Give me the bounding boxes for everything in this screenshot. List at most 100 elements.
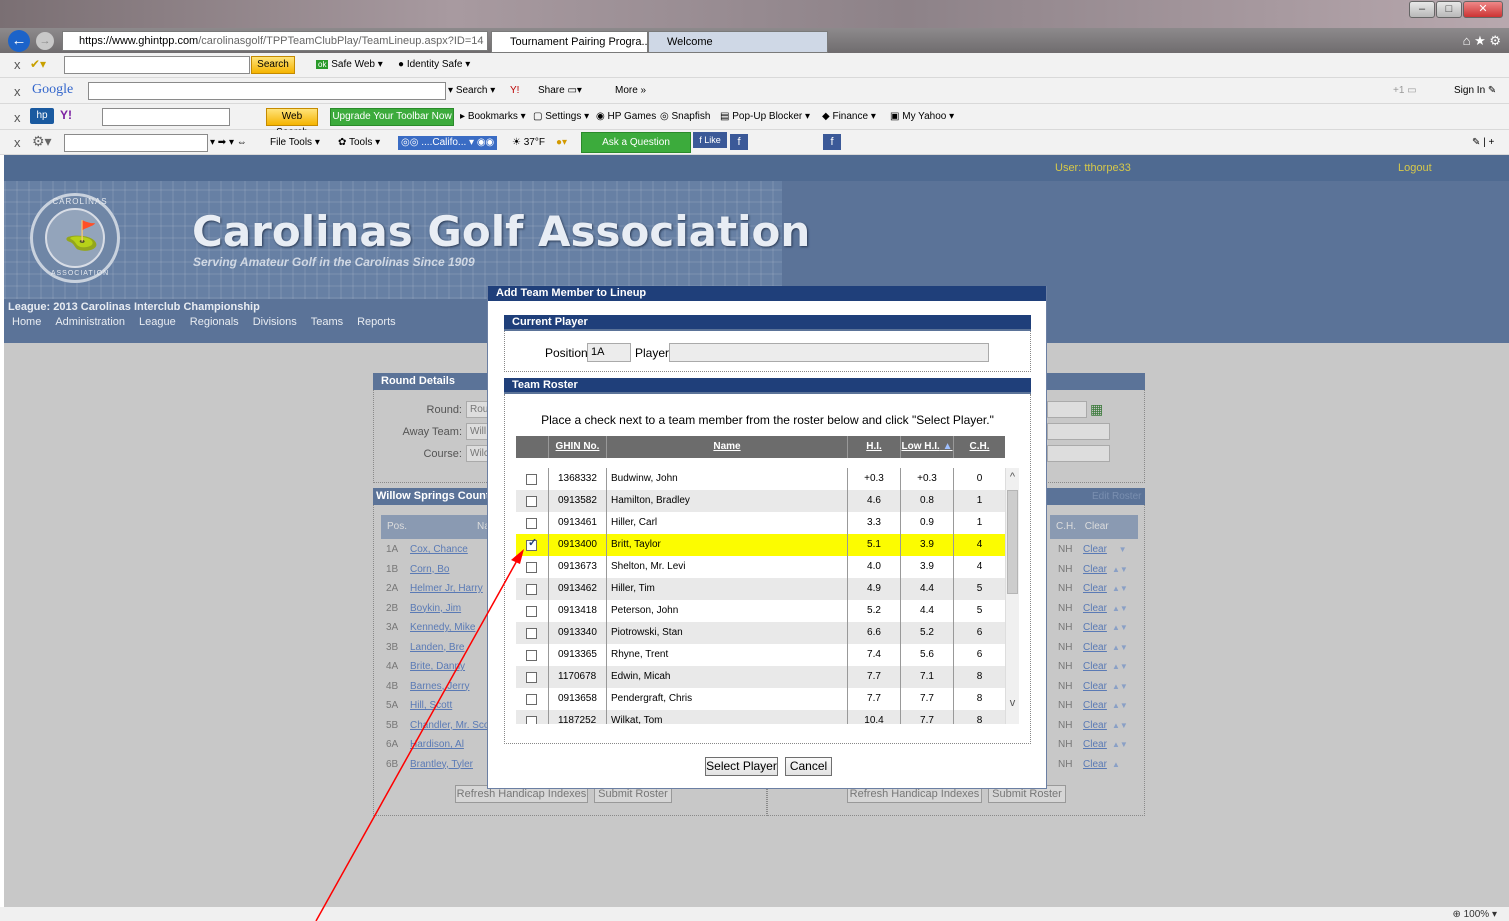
clear-link[interactable]: Clear bbox=[1083, 755, 1107, 774]
clear-link[interactable]: Clear bbox=[1083, 579, 1107, 598]
snapfish-link[interactable]: ◎ Snapfish bbox=[660, 110, 710, 124]
move-arrows-icon[interactable]: ▲▼ bbox=[1112, 638, 1128, 657]
roster-checkbox[interactable] bbox=[526, 474, 537, 485]
close-toolbar-icon[interactable]: x bbox=[14, 57, 21, 72]
move-arrows-icon[interactable]: ▲ bbox=[1112, 755, 1120, 774]
scroll-down-icon[interactable]: v bbox=[1007, 697, 1018, 709]
lineup-player-link[interactable]: Cox, Chance bbox=[410, 540, 468, 559]
clear-link[interactable]: Clear bbox=[1083, 599, 1107, 618]
tab-tournament-pairing[interactable]: Tournament Pairing Progra... ✕ bbox=[491, 31, 648, 53]
nav-teams[interactable]: Teams bbox=[311, 316, 343, 328]
roster-row[interactable]: 1170678 Edwin, Micah 7.7 7.1 8 bbox=[516, 666, 1005, 688]
roster-checkbox[interactable] bbox=[526, 518, 537, 529]
web-search-button[interactable]: Web Search bbox=[266, 108, 318, 138]
clear-link[interactable]: Clear bbox=[1083, 540, 1107, 559]
lineup-player-link[interactable]: Kennedy, Mike bbox=[410, 618, 475, 637]
facebook-notify-icon[interactable]: f bbox=[823, 134, 841, 150]
yahoo-icon[interactable]: Y! bbox=[510, 84, 519, 98]
clear-link[interactable]: Clear bbox=[1083, 560, 1107, 579]
cancel-button[interactable]: Cancel bbox=[785, 757, 832, 776]
select-player-button[interactable]: Select Player bbox=[705, 757, 778, 776]
roster-row[interactable]: 1187252 Wilkat, Tom 10.4 7.7 8 bbox=[516, 710, 1005, 724]
roster-row[interactable]: 0913462 Hiller, Tim 4.9 4.4 5 bbox=[516, 578, 1005, 600]
lineup-player-link[interactable]: Hardison, Al bbox=[410, 735, 464, 754]
move-arrows-icon[interactable]: ▲▼ bbox=[1112, 599, 1128, 618]
nav-league[interactable]: League bbox=[139, 316, 176, 328]
scroll-up-icon[interactable]: ^ bbox=[1007, 471, 1018, 483]
my-yahoo-menu[interactable]: ▣ My Yahoo ▾ bbox=[890, 110, 954, 124]
norton-search-input[interactable] bbox=[64, 56, 250, 74]
forward-button[interactable]: → bbox=[36, 32, 54, 50]
google-search-button[interactable]: ▾ Search ▾ bbox=[448, 84, 495, 98]
film-reel-icon[interactable]: ⚙▾ bbox=[32, 133, 52, 150]
clear-link[interactable]: Clear bbox=[1083, 735, 1107, 754]
header-ch[interactable]: C.H. bbox=[953, 436, 1005, 458]
hp-games-link[interactable]: ◉ HP Games bbox=[596, 110, 656, 124]
lineup-player-link[interactable]: Brite, Danny bbox=[410, 657, 465, 676]
roster-row[interactable]: 0913461 Hiller, Carl 3.3 0.9 1 bbox=[516, 512, 1005, 534]
header-name[interactable]: Name bbox=[606, 436, 847, 458]
clear-link[interactable]: Clear bbox=[1083, 638, 1107, 657]
ask-question-button[interactable]: Ask a Question bbox=[581, 132, 691, 153]
lineup-player-link[interactable]: Boykin, Jim bbox=[410, 599, 461, 618]
norton-check-icon[interactable]: ✔▾ bbox=[30, 57, 46, 71]
close-toolbar-icon[interactable]: x bbox=[14, 135, 21, 150]
close-toolbar-icon[interactable]: x bbox=[14, 110, 21, 125]
more-button[interactable]: More » bbox=[615, 84, 646, 98]
yahoo-search-input[interactable] bbox=[102, 108, 230, 126]
settings-menu[interactable]: ▢ Settings ▾ bbox=[533, 110, 589, 124]
move-arrows-icon[interactable]: ▲▼ bbox=[1112, 657, 1128, 676]
nav-regionals[interactable]: Regionals bbox=[190, 316, 239, 328]
roster-row[interactable]: 0913340 Piotrowski, Stan 6.6 5.2 6 bbox=[516, 622, 1005, 644]
tab-welcome[interactable]: Welcome bbox=[648, 31, 828, 53]
roster-checkbox[interactable] bbox=[526, 716, 537, 724]
roster-row[interactable]: 0913673 Shelton, Mr. Levi 4.0 3.9 4 bbox=[516, 556, 1005, 578]
move-arrows-icon[interactable]: ▲▼ bbox=[1112, 696, 1128, 715]
share-button[interactable]: Share ▭▾ bbox=[538, 84, 582, 98]
roster-row[interactable]: 1368332 Budwinw, John +0.3 +0.3 0 bbox=[516, 468, 1005, 490]
back-button[interactable]: ← bbox=[8, 30, 30, 52]
address-bar[interactable]: https://www.ghintpp.com/carolinasgolf/TP… bbox=[62, 31, 488, 51]
clear-link[interactable]: Clear bbox=[1083, 677, 1107, 696]
norton-search-button[interactable]: Search bbox=[251, 56, 295, 74]
clear-link[interactable]: Clear bbox=[1083, 696, 1107, 715]
lineup-player-link[interactable]: Helmer Jr, Harry bbox=[410, 579, 483, 598]
lineup-player-link[interactable]: Chandler, Mr. Sco bbox=[410, 716, 489, 735]
weather-location-menu[interactable]: ◎◎ ....Califo... ▾ ◉◉ bbox=[398, 136, 498, 150]
edit-roster-link[interactable]: Edit Roster bbox=[1092, 491, 1141, 502]
nav-arrows[interactable]: ▾ ➡ ▾ ⇔ bbox=[210, 136, 247, 150]
roster-checkbox[interactable] bbox=[526, 496, 537, 507]
nav-home[interactable]: Home bbox=[12, 316, 41, 328]
facebook-like-button[interactable]: f Like bbox=[693, 132, 727, 148]
tools-search-input[interactable] bbox=[64, 134, 208, 152]
header-low-hi[interactable]: Low H.I. ▲ bbox=[900, 436, 953, 458]
lineup-player-link[interactable]: Barnes, Jerry bbox=[410, 677, 469, 696]
clear-link[interactable]: Clear bbox=[1083, 716, 1107, 735]
tools-menu[interactable]: ✿ Tools ▾ bbox=[338, 136, 380, 150]
roster-row[interactable]: 0913418 Peterson, John 5.2 4.4 5 bbox=[516, 600, 1005, 622]
roster-row[interactable]: 0913365 Rhyne, Trent 7.4 5.6 6 bbox=[516, 644, 1005, 666]
maximize-button[interactable]: □ bbox=[1436, 1, 1462, 18]
home-team-field[interactable] bbox=[1047, 423, 1110, 440]
lineup-player-link[interactable]: Landen, Bre bbox=[410, 638, 465, 657]
plus-one-button[interactable]: +1 ▭ bbox=[1393, 84, 1417, 98]
roster-checkbox[interactable] bbox=[526, 628, 537, 639]
roster-checkbox[interactable] bbox=[526, 650, 537, 661]
move-arrows-icon[interactable]: ▼ bbox=[1112, 540, 1127, 559]
wrench-icon[interactable]: ✎ | + bbox=[1472, 136, 1494, 150]
move-arrows-icon[interactable]: ▲▼ bbox=[1112, 579, 1128, 598]
upgrade-toolbar-button[interactable]: Upgrade Your Toolbar Now bbox=[330, 108, 454, 126]
roster-checkbox[interactable] bbox=[526, 694, 537, 705]
move-arrows-icon[interactable]: ▲▼ bbox=[1112, 735, 1128, 754]
move-arrows-icon[interactable]: ▲▼ bbox=[1112, 716, 1128, 735]
identity-safe-menu[interactable]: ● Identity Safe ▾ bbox=[398, 58, 470, 72]
yahoo-logo-icon[interactable]: Y! bbox=[60, 108, 72, 122]
logout-link[interactable]: Logout bbox=[1398, 162, 1432, 174]
header-hi[interactable]: H.I. bbox=[847, 436, 900, 458]
home-favorites-gear-icons[interactable]: ⌂ ★ ⚙ bbox=[1463, 33, 1501, 49]
google-search-input[interactable] bbox=[88, 82, 446, 100]
tee-field[interactable] bbox=[1047, 445, 1110, 462]
close-window-button[interactable]: ✕ bbox=[1463, 1, 1503, 18]
move-arrows-icon[interactable]: ▲▼ bbox=[1112, 618, 1128, 637]
hp-icon[interactable]: hp bbox=[30, 108, 54, 124]
